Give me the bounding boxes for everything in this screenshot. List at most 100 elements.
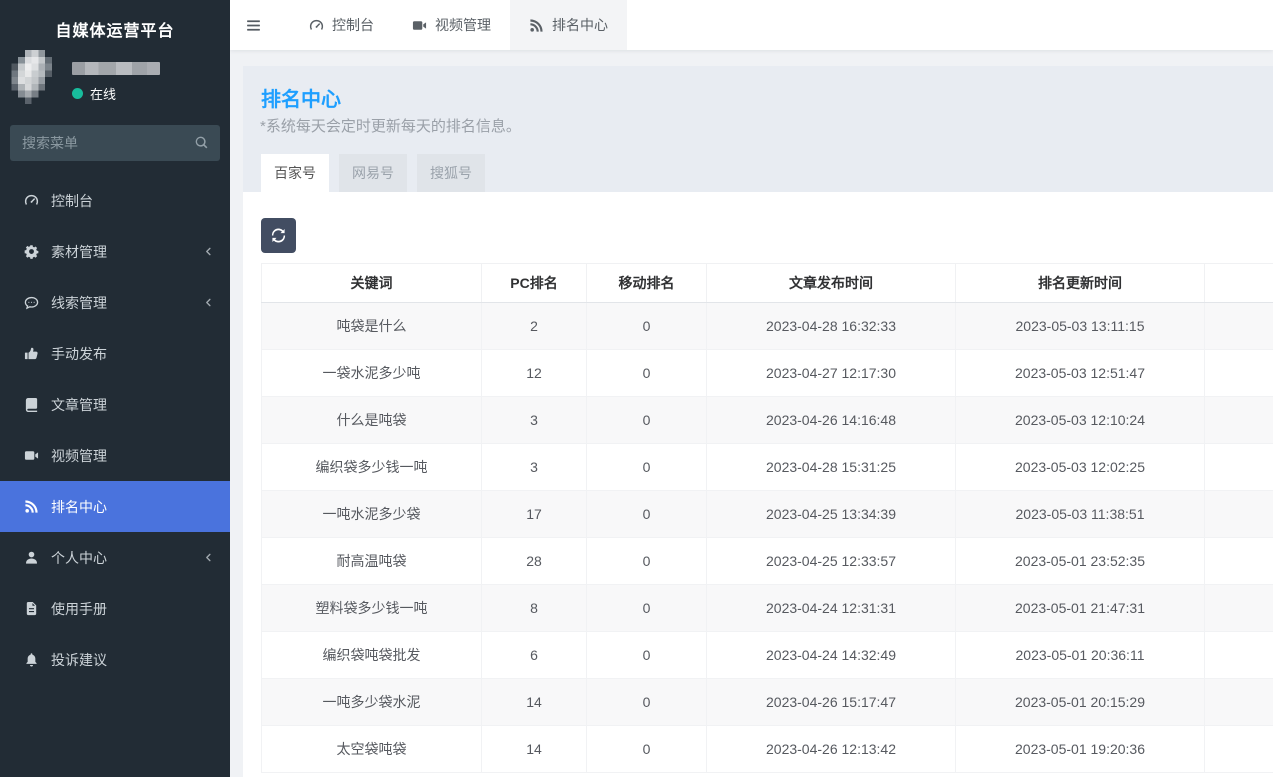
cell-mobile-rank: 0 — [587, 538, 707, 585]
ranking-table: 关键词 PC排名 移动排名 文章发布时间 排名更新时间 吨袋是什么 2 0 20… — [261, 263, 1273, 773]
topbar-tab-label: 控制台 — [332, 15, 374, 35]
bell-icon — [24, 652, 40, 668]
sidebar-menu-item[interactable]: 使用手册 — [0, 583, 230, 634]
cell-mobile-rank: 0 — [587, 632, 707, 679]
platform-tab[interactable]: 网易号 — [339, 154, 407, 192]
platform-tab[interactable]: 搜狐号 — [417, 154, 485, 192]
user-name-redacted — [72, 62, 160, 75]
menu-item-label: 文章管理 — [51, 395, 107, 415]
chevron-left-icon — [203, 246, 214, 257]
sidebar-menu-item[interactable]: 控制台 — [0, 175, 230, 226]
cell-publish-time: 2023-04-28 15:31:25 — [707, 444, 956, 491]
sidebar-menu-item[interactable]: 手动发布 — [0, 328, 230, 379]
cell-mobile-rank: 0 — [587, 491, 707, 538]
chevron-left-icon — [203, 552, 214, 563]
topbar-tab-label: 排名中心 — [552, 15, 608, 35]
search-input[interactable] — [10, 125, 180, 161]
rss-icon — [529, 18, 544, 33]
cell-empty — [1205, 491, 1273, 538]
search-icon[interactable] — [194, 135, 209, 150]
online-status: 在线 — [72, 84, 160, 103]
table-row: 一吨多少袋水泥 14 0 2023-04-26 15:17:47 2023-05… — [262, 679, 1273, 726]
sidebar-menu-item[interactable]: 视频管理 — [0, 430, 230, 481]
cell-pc-rank: 8 — [482, 585, 587, 632]
page-title: 排名中心 — [261, 83, 341, 112]
sidebar-menu-item[interactable]: 排名中心 — [0, 481, 230, 532]
platform-tabs: 百家号 网易号 搜狐号 — [261, 154, 485, 192]
hamburger-menu-icon[interactable] — [230, 0, 276, 50]
table-row: 编织袋多少钱一吨 3 0 2023-04-28 15:31:25 2023-05… — [262, 444, 1273, 491]
online-label: 在线 — [90, 84, 116, 103]
cell-keyword: 一吨水泥多少袋 — [262, 491, 482, 538]
app-title: 自媒体运营平台 — [0, 0, 230, 41]
topbar-tab-label: 视频管理 — [435, 15, 491, 35]
cell-pc-rank: 17 — [482, 491, 587, 538]
cell-empty — [1205, 538, 1273, 585]
cell-publish-time: 2023-04-24 12:31:31 — [707, 585, 956, 632]
sidebar-menu-item[interactable]: 文章管理 — [0, 379, 230, 430]
sidebar-menu-item[interactable]: 投诉建议 — [0, 634, 230, 685]
online-dot-icon — [72, 88, 83, 99]
header-empty — [1205, 264, 1273, 303]
cell-pc-rank: 28 — [482, 538, 587, 585]
cell-mobile-rank: 0 — [587, 679, 707, 726]
page-header: 排名中心 *系统每天会定时更新每天的排名信息。 百家号 网易号 搜狐号 — [243, 66, 1273, 192]
refresh-button[interactable] — [261, 218, 296, 253]
file-icon — [24, 601, 40, 617]
cell-pc-rank: 2 — [482, 303, 587, 350]
page-subtitle: *系统每天会定时更新每天的排名信息。 — [260, 115, 521, 136]
topbar: 控制台 视频管理 排名中心 — [230, 0, 1273, 50]
cell-publish-time: 2023-04-24 14:32:49 — [707, 632, 956, 679]
book-icon — [24, 397, 40, 413]
cell-pc-rank: 12 — [482, 350, 587, 397]
cell-mobile-rank: 0 — [587, 585, 707, 632]
comments-icon — [24, 295, 40, 311]
cell-update-time: 2023-05-01 21:47:31 — [956, 585, 1205, 632]
cell-mobile-rank: 0 — [587, 397, 707, 444]
cell-empty — [1205, 303, 1273, 350]
cell-update-time: 2023-05-03 12:10:24 — [956, 397, 1205, 444]
cell-pc-rank: 3 — [482, 397, 587, 444]
video-icon — [24, 448, 40, 464]
cell-update-time: 2023-05-03 13:11:15 — [956, 303, 1205, 350]
cell-keyword: 吨袋是什么 — [262, 303, 482, 350]
topbar-tab[interactable]: 视频管理 — [393, 0, 510, 50]
ranking-table-container: 关键词 PC排名 移动排名 文章发布时间 排名更新时间 吨袋是什么 2 0 20… — [261, 263, 1273, 773]
topbar-tab[interactable]: 控制台 — [290, 0, 393, 50]
cell-keyword: 耐高温吨袋 — [262, 538, 482, 585]
cell-empty — [1205, 444, 1273, 491]
table-row: 什么是吨袋 3 0 2023-04-26 14:16:48 2023-05-03… — [262, 397, 1273, 444]
menu-item-label: 投诉建议 — [51, 650, 107, 670]
table-row: 一吨水泥多少袋 17 0 2023-04-25 13:34:39 2023-05… — [262, 491, 1273, 538]
cell-publish-time: 2023-04-25 12:33:57 — [707, 538, 956, 585]
cell-update-time: 2023-05-01 20:15:29 — [956, 679, 1205, 726]
user-meta: 在线 — [72, 50, 160, 104]
table-row: 耐高温吨袋 28 0 2023-04-25 12:33:57 2023-05-0… — [262, 538, 1273, 585]
menu-item-label: 个人中心 — [51, 548, 107, 568]
cell-update-time: 2023-05-03 12:02:25 — [956, 444, 1205, 491]
cell-publish-time: 2023-04-26 12:13:42 — [707, 726, 956, 773]
cell-update-time: 2023-05-03 12:51:47 — [956, 350, 1205, 397]
avatar — [8, 50, 62, 104]
header-pc-rank: PC排名 — [482, 264, 587, 303]
sidebar-menu-item[interactable]: 个人中心 — [0, 532, 230, 583]
header-update-time: 排名更新时间 — [956, 264, 1205, 303]
platform-tab[interactable]: 百家号 — [261, 154, 329, 192]
menu-item-label: 手动发布 — [51, 344, 107, 364]
cell-publish-time: 2023-04-28 16:32:33 — [707, 303, 956, 350]
cell-pc-rank: 6 — [482, 632, 587, 679]
topbar-tabs: 控制台 视频管理 排名中心 — [290, 0, 627, 50]
cell-update-time: 2023-05-01 23:52:35 — [956, 538, 1205, 585]
tachometer-icon — [24, 193, 40, 209]
sidebar-menu-item[interactable]: 素材管理 — [0, 226, 230, 277]
topbar-tab[interactable]: 排名中心 — [510, 0, 627, 50]
sidebar: 自媒体运营平台 在线 — [0, 0, 230, 777]
menu-item-label: 排名中心 — [51, 497, 107, 517]
cell-mobile-rank: 0 — [587, 350, 707, 397]
sidebar-menu-item[interactable]: 线索管理 — [0, 277, 230, 328]
cell-pc-rank: 14 — [482, 726, 587, 773]
menu-item-label: 使用手册 — [51, 599, 107, 619]
table-row: 编织袋吨袋批发 6 0 2023-04-24 14:32:49 2023-05-… — [262, 632, 1273, 679]
cell-pc-rank: 14 — [482, 679, 587, 726]
tachometer-icon — [309, 18, 324, 33]
